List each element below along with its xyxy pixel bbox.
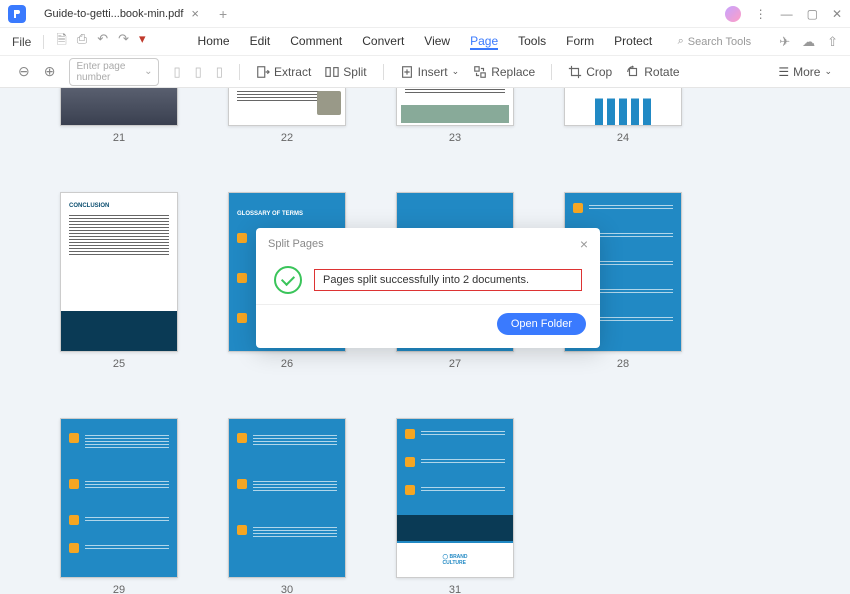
undo-icon[interactable]: ↶ [97,31,108,53]
close-window-button[interactable]: ✕ [832,7,842,21]
chevron-down-icon: ⌄ [144,66,152,77]
menu-edit[interactable]: Edit [250,34,271,50]
rotate-button[interactable]: Rotate [626,65,679,79]
split-button[interactable]: Split [325,65,366,79]
page-icon-3[interactable]: ▯ [216,64,223,80]
close-tab-icon[interactable]: × [191,6,199,21]
success-check-icon [274,266,302,294]
page-thumb-21[interactable]: 21 [60,88,178,144]
menu-view[interactable]: View [424,34,450,50]
separator [551,64,552,80]
page-icon-2[interactable]: ▯ [195,64,202,80]
chevron-down-icon: ⌄ [452,66,460,77]
cloud-icon[interactable]: ☁ [802,34,815,50]
user-avatar[interactable] [725,6,741,22]
extract-button[interactable]: Extract [256,65,311,79]
dialog-title: Split Pages [268,238,324,250]
chevron-down-icon: ⌄ [824,66,832,77]
page-number-input[interactable]: Enter page number⌄ [69,58,159,86]
file-menu[interactable]: File [12,35,31,49]
zoom-out-button[interactable]: ⊖ [18,63,30,80]
upload-icon[interactable]: ⇧ [827,34,838,50]
open-folder-button[interactable]: Open Folder [497,313,586,335]
page-thumb-25[interactable]: CONCLUSION 25 [60,192,178,370]
maximize-button[interactable]: ▢ [807,7,818,21]
title-bar: Guide-to-getti...book-min.pdf × + ⋮ — ▢ … [0,0,850,28]
separator [383,64,384,80]
main-menu: Home Edit Comment Convert View Page Tool… [198,34,653,50]
menu-page[interactable]: Page [470,34,498,50]
print-icon[interactable]: ⎙ [77,31,87,53]
page-thumb-30[interactable]: 30 [228,418,346,594]
zoom-in-button[interactable]: ⊕ [44,63,56,80]
crop-button[interactable]: Crop [568,65,612,79]
redo-icon[interactable]: ↷ [118,31,129,53]
kebab-menu-icon[interactable]: ⋮ [755,7,767,21]
menu-comment[interactable]: Comment [290,34,342,50]
menu-tools[interactable]: Tools [518,34,546,50]
split-pages-dialog: Split Pages × Pages split successfully i… [256,228,600,348]
page-thumb-24[interactable]: 24 [564,88,682,144]
add-tab-button[interactable]: + [219,6,227,22]
dialog-close-button[interactable]: × [580,236,588,252]
page-thumb-22[interactable]: 22 [228,88,346,144]
save-icon[interactable]: 🗎 [56,31,66,53]
insert-button[interactable]: Insert⌄ [400,65,460,79]
separator [239,64,240,80]
menu-bar: File 🗎 ⎙ ↶ ↷ ▾ Home Edit Comment Convert… [0,28,850,56]
document-tab[interactable]: Guide-to-getti...book-min.pdf × [34,2,209,26]
replace-button[interactable]: Replace [473,65,535,79]
dropdown-icon[interactable]: ▾ [139,31,146,53]
menu-form[interactable]: Form [566,34,594,50]
minimize-button[interactable]: — [781,7,793,21]
dialog-message: Pages split successfully into 2 document… [314,269,582,291]
page-toolbar: ⊖ ⊕ Enter page number⌄ ▯ ▯ ▯ Extract Spl… [0,56,850,88]
separator [43,35,44,49]
menu-convert[interactable]: Convert [362,34,404,50]
menu-home[interactable]: Home [198,34,230,50]
app-icon [8,5,26,23]
menu-protect[interactable]: Protect [614,34,652,50]
search-tools[interactable]: ⌕ Search Tools [678,35,752,48]
tab-title: Guide-to-getti...book-min.pdf [44,8,183,20]
page-thumb-23[interactable]: 23 [396,88,514,144]
page-icon-1[interactable]: ▯ [173,64,180,80]
page-thumb-31[interactable]: ◯ BRANDCULTURE 31 [396,418,514,594]
send-icon[interactable]: ✈ [779,34,790,50]
hamburger-icon: ☰ [778,65,789,79]
more-button[interactable]: ☰More⌄ [778,65,832,79]
search-icon: ⌕ [678,35,684,48]
page-thumb-29[interactable]: 29 [60,418,178,594]
